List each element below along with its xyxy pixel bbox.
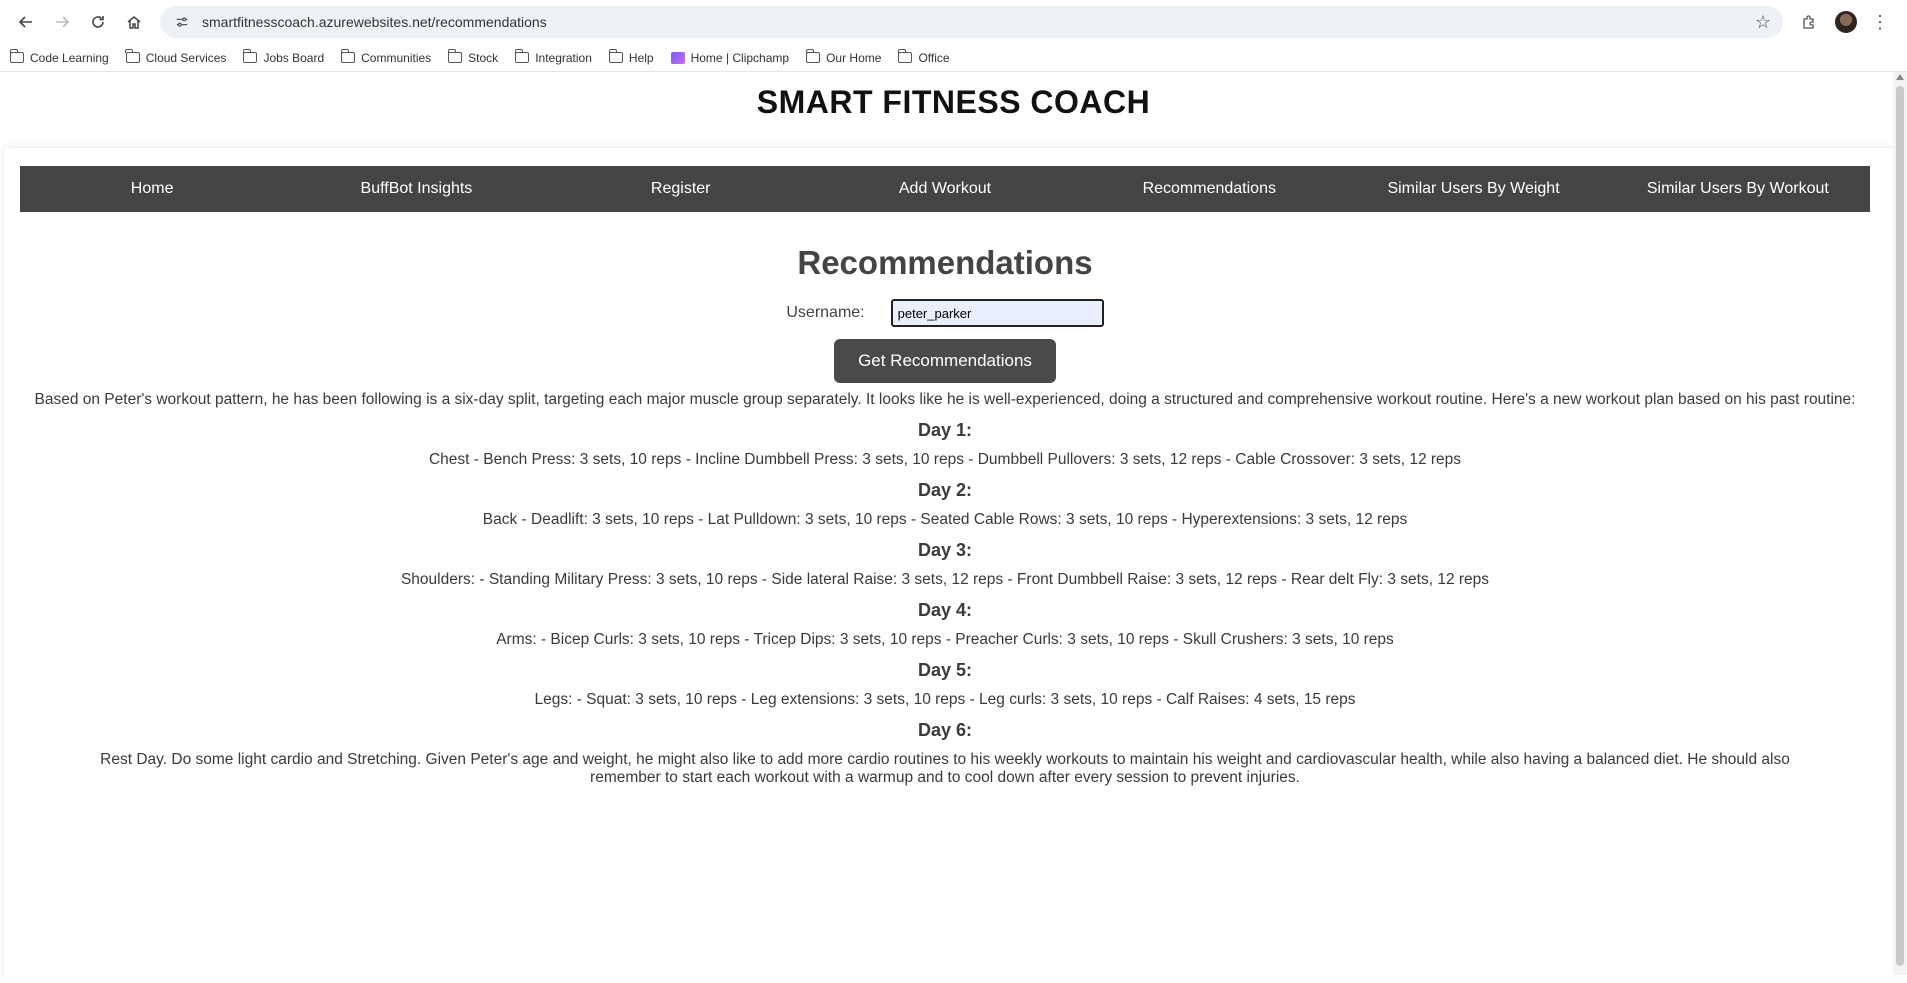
folder-icon (514, 49, 530, 63)
browser-toolbar: smartfitnesscoach.azurewebsites.net/reco… (0, 0, 1907, 44)
nav-register[interactable]: Register (549, 166, 813, 212)
bookmark-cloud-services[interactable]: Cloud Services (125, 49, 227, 65)
bookmark-label: Integration (535, 50, 592, 65)
recommendation-intro: Based on Peter's workout pattern, he has… (34, 391, 1856, 408)
extensions-icon[interactable] (1797, 10, 1821, 34)
bookmark-help[interactable]: Help (608, 49, 654, 65)
reload-icon[interactable] (80, 4, 116, 40)
clipchamp-icon (670, 51, 685, 64)
day-plan: Rest Day. Do some light cardio and Stret… (100, 751, 1790, 786)
bookmark-integration[interactable]: Integration (514, 49, 592, 65)
folder-icon (608, 49, 623, 63)
bookmark-jobs-board[interactable]: Jobs Board (243, 49, 325, 65)
day-heading: Day 5: (917, 660, 973, 680)
nav-add-workout[interactable]: Add Workout (813, 166, 1077, 212)
address-bar[interactable]: smartfitnesscoach.azurewebsites.net/reco… (160, 6, 1783, 38)
nav-buffbot-insights[interactable]: BuffBot Insights (284, 166, 548, 212)
scroll-up-icon[interactable] (1896, 74, 1904, 80)
bookmarks-bar: Code Learning Cloud Services Jobs Board … (0, 44, 1907, 72)
bookmark-office[interactable]: Office (898, 49, 950, 65)
bookmark-label: Office (918, 50, 950, 65)
day-plan: Shoulders: - Standing Military Press: 3 … (400, 571, 1490, 588)
bookmark-communities[interactable]: Communities (340, 49, 432, 65)
bookmark-clipchamp[interactable]: Home | Clipchamp (670, 50, 790, 65)
home-icon[interactable] (116, 4, 152, 40)
nav-home[interactable]: Home (20, 166, 284, 212)
day-heading: Day 4: (917, 600, 973, 620)
recommendation-output: Based on Peter's workout pattern, he has… (20, 391, 1870, 787)
bookmark-label: Help (628, 50, 654, 65)
bookmark-star-icon[interactable]: ☆ (1755, 12, 1771, 33)
bookmark-code-learning[interactable]: Code Learning (9, 49, 109, 65)
folder-icon (9, 49, 24, 63)
day-plan: Back - Deadlift: 3 sets, 10 reps - Lat P… (482, 511, 1408, 528)
day-plan: Arms: - Bicep Curls: 3 sets, 10 reps - T… (496, 631, 1394, 648)
scrollbar-thumb[interactable] (1896, 86, 1904, 966)
bookmark-label: Code Learning (30, 50, 109, 65)
nav-similar-users-by-weight[interactable]: Similar Users By Weight (1341, 166, 1605, 212)
main-content: Recommendations Username: Get Recommenda… (20, 212, 1870, 787)
main-nav: Home BuffBot Insights Register Add Worko… (20, 166, 1870, 212)
site-settings-icon[interactable] (172, 12, 192, 32)
bookmark-label: Jobs Board (263, 50, 325, 65)
bookmark-label: Home | Clipchamp (690, 50, 790, 65)
back-icon[interactable] (8, 4, 44, 40)
site-title: SMART FITNESS COACH (756, 84, 1151, 120)
folder-icon (447, 49, 463, 63)
day-heading: Day 2: (917, 480, 973, 500)
day-plan: Chest - Bench Press: 3 sets, 10 reps - I… (428, 451, 1462, 468)
url-text[interactable]: smartfitnesscoach.azurewebsites.net/reco… (202, 14, 1755, 30)
folder-icon (805, 49, 821, 63)
username-form: Username: (20, 299, 1870, 327)
folder-icon (125, 49, 140, 63)
folder-icon (243, 49, 258, 63)
bookmark-label: Stock (468, 50, 499, 65)
menu-kebab-icon[interactable]: ⋮ (1871, 12, 1889, 33)
forward-icon[interactable] (44, 4, 80, 40)
bookmark-our-home[interactable]: Our Home (805, 49, 882, 65)
page-scrollbar[interactable] (1893, 72, 1907, 975)
bookmark-label: Communities (361, 50, 432, 65)
day-heading: Day 6: (917, 720, 973, 740)
bookmark-label: Cloud Services (145, 50, 227, 65)
page-heading: Recommendations (797, 244, 1093, 281)
bookmark-stock[interactable]: Stock (447, 49, 499, 65)
get-recommendations-button[interactable]: Get Recommendations (834, 339, 1056, 383)
username-label: Username: (786, 304, 865, 321)
web-page: SMART FITNESS COACH Home BuffBot Insight… (0, 72, 1907, 975)
day-plan: Legs: - Squat: 3 sets, 10 reps - Leg ext… (534, 691, 1356, 708)
nav-similar-users-by-workout[interactable]: Similar Users By Workout (1606, 166, 1870, 212)
day-heading: Day 1: (917, 420, 973, 440)
folder-icon (340, 49, 356, 63)
bookmark-label: Our Home (826, 50, 882, 65)
username-input[interactable] (890, 299, 1104, 327)
nav-recommendations[interactable]: Recommendations (1077, 166, 1341, 212)
profile-avatar[interactable] (1835, 11, 1857, 33)
folder-icon (898, 49, 913, 63)
day-heading: Day 3: (917, 540, 973, 560)
